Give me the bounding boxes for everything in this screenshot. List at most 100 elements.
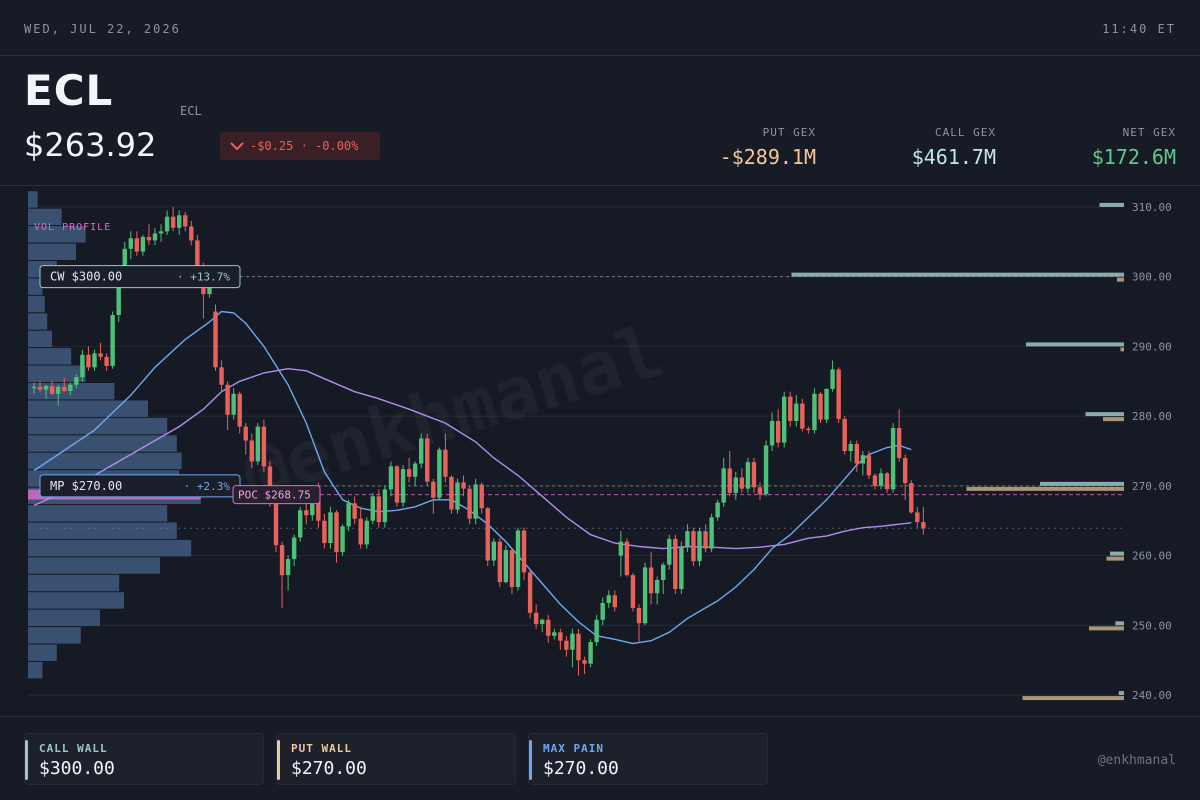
candle-body [177, 215, 182, 228]
candle-body [328, 512, 333, 544]
candle-body [189, 226, 194, 241]
volume-profile-bar [28, 435, 177, 452]
quote-header: ECL ECL $263.92 -$0.25 · -0.00% PUT GEX … [0, 56, 1200, 186]
candle-body [830, 369, 835, 389]
candle-body [794, 403, 799, 422]
y-tick-label: 260.00 [1132, 550, 1172, 563]
put-wall-accent [277, 740, 280, 780]
put-gex-label: PUT GEX [762, 126, 816, 139]
candle-body [624, 541, 630, 576]
volume-profile-bar [28, 505, 168, 522]
candle-body [479, 484, 484, 509]
cw-tag-label: CW $300.00 [50, 270, 122, 284]
candle-body [576, 633, 581, 661]
candle-body [661, 564, 666, 581]
candle-body [80, 354, 85, 378]
mp-tag-label: MP $270.00 [50, 479, 122, 493]
candle-body [485, 508, 490, 561]
chart-canvas: @enkhmanal VOL PROFILE 310.00300.00290.0… [28, 191, 1172, 702]
volume-profile [28, 191, 201, 679]
y-tick-label: 280.00 [1132, 410, 1172, 423]
candle-body [37, 386, 43, 390]
volume-profile-bar [28, 452, 182, 470]
candle-body [98, 353, 103, 357]
candle-body [909, 483, 914, 513]
vol-profile-label: VOL PROFILE [34, 222, 111, 233]
candle-body [158, 231, 164, 234]
net-gex: NET GEX $172.6M [1092, 126, 1176, 169]
candle-body [92, 353, 97, 368]
candle-body [673, 538, 678, 590]
candle-body [642, 567, 648, 624]
candle-body [921, 522, 926, 529]
candle-body [382, 489, 388, 523]
put-gex-bar [1103, 417, 1124, 422]
ticker-subtitle: ECL [180, 104, 202, 118]
call-wall-label: CALL WALL [39, 742, 108, 755]
candle-body [364, 520, 369, 545]
call-gex-value: $461.7M [911, 145, 996, 169]
candle-body [618, 541, 624, 556]
call-gex-bar [1115, 621, 1124, 626]
y-axis-ticks: 310.00 300.00 290.00 280.00 270.00 260.00 250.… [1132, 201, 1172, 702]
candle-body [213, 311, 218, 368]
candle-body [406, 469, 412, 477]
volume-profile-bar [28, 609, 100, 627]
candle-body [667, 538, 672, 565]
volume-profile-bar [28, 295, 45, 313]
volume-profile-bar [28, 661, 43, 679]
candle-body [588, 642, 593, 664]
candle-body [128, 238, 133, 249]
candle-body [739, 477, 745, 489]
candle-body [170, 216, 176, 228]
candle-body [298, 510, 303, 538]
change-value: -$0.25 · -0.00% [250, 139, 359, 153]
mp-tag-pct: · +2.3% [184, 480, 231, 493]
candle-body [654, 580, 660, 594]
candle-body [709, 517, 714, 549]
candle-body [425, 438, 430, 482]
candle-body [769, 421, 775, 446]
candle-body [612, 595, 617, 608]
last-price: $263.92 [24, 126, 157, 164]
max-pain-label: MAX PAIN [543, 742, 604, 755]
candle-body [110, 315, 115, 366]
candle-body [164, 216, 170, 232]
candle-body [334, 512, 339, 553]
net-gex-value: $172.6M [1091, 145, 1176, 169]
candle-body [134, 238, 140, 252]
volume-profile-bar [28, 313, 48, 330]
call-gex-bar [791, 272, 1124, 277]
ticker-symbol: ECL [24, 66, 114, 115]
candle-body [733, 477, 738, 493]
candle-body [848, 444, 853, 451]
volume-profile-bar [28, 330, 52, 348]
candle-body [195, 240, 200, 267]
call-gex: CALL GEX $461.7M [912, 126, 996, 169]
candle-body [533, 612, 539, 624]
put-gex-bar [1106, 556, 1124, 561]
candle-body [285, 559, 291, 576]
candle-body [630, 575, 636, 608]
candle-body [691, 531, 696, 562]
volume-profile-bar [28, 539, 192, 557]
volume-profile-bar [28, 574, 120, 592]
candle-body [854, 444, 859, 464]
candle-body [249, 440, 254, 462]
call-gex-bar [1085, 412, 1124, 417]
call-gex-bar [1040, 481, 1124, 486]
poc-tag-label: POC $268.75 [238, 489, 311, 502]
candle-body [564, 640, 569, 650]
candle-body [884, 473, 890, 490]
candle-body [745, 462, 751, 489]
net-gex-label: NET GEX [1122, 126, 1176, 139]
call-wall-card: CALL WALL $300.00 [24, 733, 264, 785]
candle-body [243, 426, 248, 441]
candle-body [860, 455, 866, 464]
candle-body [388, 466, 394, 490]
candle-body [800, 403, 805, 429]
candle-body [546, 619, 551, 636]
put-wall-value: $270.00 [291, 758, 367, 779]
candle-body [370, 496, 375, 521]
put-gex-value: -$289.1M [719, 145, 816, 169]
